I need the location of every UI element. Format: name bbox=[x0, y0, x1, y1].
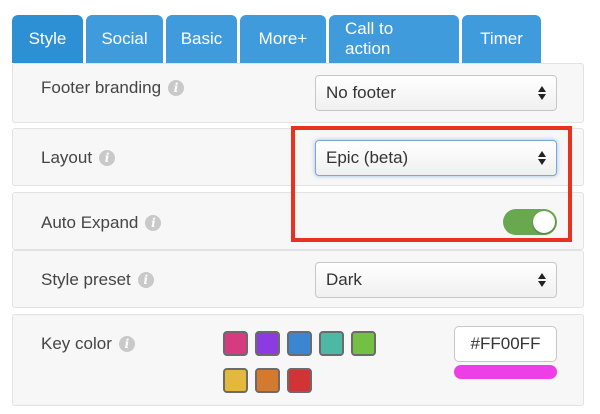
key-color-input[interactable] bbox=[454, 326, 557, 362]
style-preset-select[interactable]: Dark bbox=[315, 262, 557, 298]
tab-style[interactable]: Style bbox=[12, 15, 83, 63]
style-preset-text: Style preset bbox=[41, 270, 131, 289]
tab-basic[interactable]: Basic bbox=[166, 15, 237, 63]
color-swatch-5[interactable] bbox=[351, 331, 376, 356]
select-arrows-icon bbox=[538, 273, 546, 287]
layout-value: Epic (beta) bbox=[326, 148, 409, 167]
footer-branding-row: Footer branding i No footer bbox=[12, 63, 584, 123]
layout-select[interactable]: Epic (beta) bbox=[315, 140, 557, 176]
layout-label: Layout i bbox=[41, 148, 116, 168]
info-icon[interactable]: i bbox=[137, 272, 154, 288]
style-preset-label: Style preset i bbox=[41, 270, 154, 290]
footer-branding-label: Footer branding i bbox=[41, 78, 185, 98]
auto-expand-toggle[interactable] bbox=[503, 209, 557, 235]
info-icon[interactable]: i bbox=[168, 80, 185, 96]
select-arrows-icon bbox=[538, 151, 546, 165]
key-color-preview bbox=[454, 365, 557, 379]
style-preset-value: Dark bbox=[326, 270, 362, 289]
color-swatch-7[interactable] bbox=[255, 368, 280, 393]
tab-more[interactable]: More+ bbox=[240, 15, 326, 63]
color-swatch-1[interactable] bbox=[223, 331, 248, 356]
style-preset-row: Style preset i Dark bbox=[12, 250, 584, 308]
auto-expand-label: Auto Expand i bbox=[41, 213, 162, 233]
tab-bar: Style Social Basic More+ Call to action … bbox=[12, 15, 541, 63]
info-icon[interactable]: i bbox=[99, 150, 116, 166]
key-color-row: Key color i bbox=[12, 314, 584, 406]
tab-call-to-action[interactable]: Call to action bbox=[329, 15, 459, 63]
tab-social[interactable]: Social bbox=[86, 15, 163, 63]
key-color-text: Key color bbox=[41, 334, 112, 353]
key-color-label: Key color i bbox=[41, 334, 135, 354]
layout-text: Layout bbox=[41, 148, 93, 167]
color-swatch-6[interactable] bbox=[223, 368, 248, 393]
footer-branding-value: No footer bbox=[326, 83, 396, 102]
toggle-knob bbox=[533, 211, 555, 233]
info-icon[interactable]: i bbox=[118, 336, 135, 352]
color-swatch-3[interactable] bbox=[287, 331, 312, 356]
auto-expand-text: Auto Expand bbox=[41, 213, 139, 232]
color-swatch-4[interactable] bbox=[319, 331, 344, 356]
select-arrows-icon bbox=[538, 86, 546, 100]
layout-row: Layout i Epic (beta) bbox=[12, 128, 584, 186]
footer-branding-text: Footer branding bbox=[41, 78, 162, 97]
tab-timer[interactable]: Timer bbox=[462, 15, 541, 63]
info-icon[interactable]: i bbox=[145, 215, 162, 231]
color-swatch-8[interactable] bbox=[287, 368, 312, 393]
footer-branding-select[interactable]: No footer bbox=[315, 75, 557, 111]
color-swatch-2[interactable] bbox=[255, 331, 280, 356]
auto-expand-row: Auto Expand i bbox=[12, 192, 584, 250]
